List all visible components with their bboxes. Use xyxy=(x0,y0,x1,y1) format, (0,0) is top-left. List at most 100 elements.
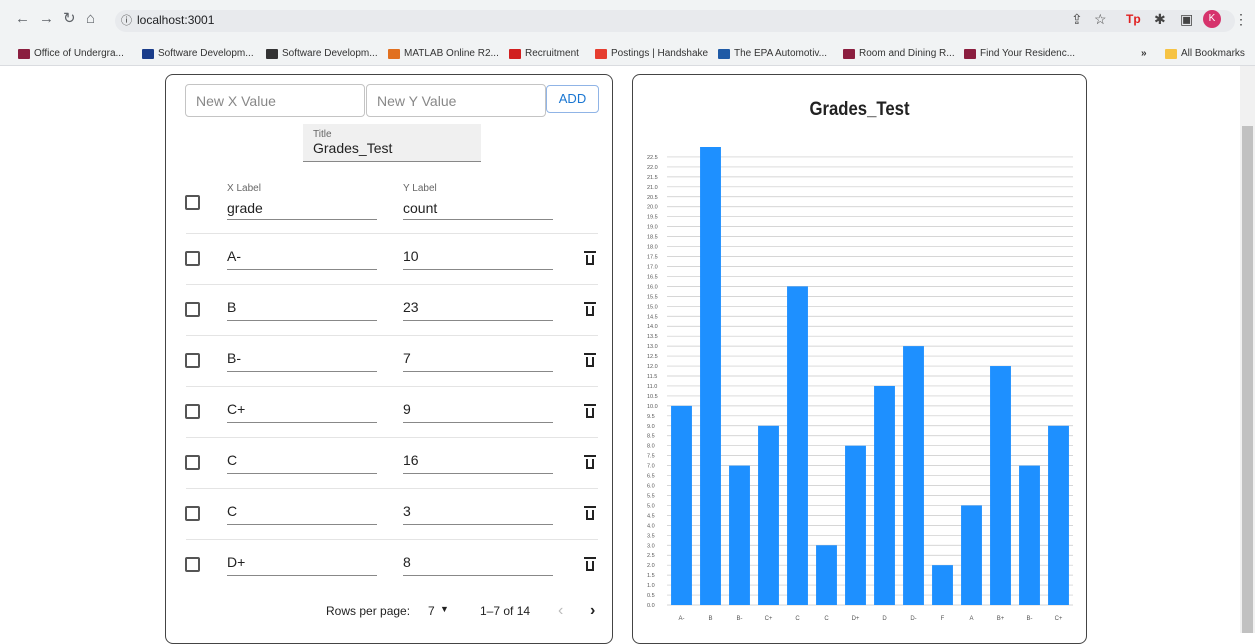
forward-icon[interactable]: → xyxy=(39,11,54,27)
y-value[interactable]: 3 xyxy=(403,503,411,519)
x-value[interactable]: B xyxy=(227,299,236,315)
row-checkbox[interactable] xyxy=(185,455,200,470)
x-value-field[interactable]: B xyxy=(227,299,377,321)
bookmark-item[interactable]: Office of Undergra... xyxy=(18,48,124,59)
scrollbar-thumb[interactable] xyxy=(1242,126,1253,633)
bar[interactable] xyxy=(845,445,866,605)
bookmark-item[interactable]: Software Developm... xyxy=(266,48,378,59)
x-value[interactable]: C xyxy=(227,452,237,468)
bookmark-item[interactable]: Find Your Residenc... xyxy=(964,48,1075,59)
info-icon[interactable]: ⓘ xyxy=(121,13,132,29)
title-value[interactable]: Grades_Test xyxy=(313,140,471,156)
x-value-field[interactable]: B- xyxy=(227,350,377,372)
back-icon[interactable]: ← xyxy=(15,11,30,27)
bar[interactable] xyxy=(1048,425,1069,605)
bar[interactable] xyxy=(961,505,982,605)
share-icon[interactable]: ⇪ xyxy=(1071,11,1083,27)
bookmark-item[interactable]: Recruitment xyxy=(509,48,579,59)
y-value[interactable]: 7 xyxy=(403,350,411,366)
y-value[interactable]: 10 xyxy=(403,248,419,264)
x-value[interactable]: D+ xyxy=(227,554,245,570)
row-checkbox[interactable] xyxy=(185,557,200,572)
previous-page-icon[interactable]: ‹ xyxy=(558,602,563,620)
bar[interactable] xyxy=(787,286,808,605)
y-label-field[interactable]: Y Label count xyxy=(403,183,553,220)
profile-avatar[interactable]: K xyxy=(1203,10,1221,28)
y-value-field[interactable]: 8 xyxy=(403,554,553,576)
y-value[interactable]: 16 xyxy=(403,452,419,468)
extension-tp-icon[interactable]: Tp xyxy=(1126,11,1141,27)
bar[interactable] xyxy=(816,545,837,605)
bar[interactable] xyxy=(932,565,953,605)
reload-icon[interactable]: ↻ xyxy=(63,11,76,27)
x-value-field[interactable]: C xyxy=(227,452,377,474)
address-bar[interactable] xyxy=(115,10,1235,32)
y-value[interactable]: 8 xyxy=(403,554,411,570)
bar[interactable] xyxy=(874,385,895,605)
x-value-field[interactable]: D+ xyxy=(227,554,377,576)
y-value-field[interactable]: 7 xyxy=(403,350,553,372)
row-checkbox[interactable] xyxy=(185,251,200,266)
delete-trash-icon[interactable] xyxy=(584,455,596,469)
bookmark-item[interactable]: The EPA Automotiv... xyxy=(718,48,827,59)
all-bookmarks-button[interactable]: All Bookmarks xyxy=(1165,48,1245,59)
bar[interactable] xyxy=(1019,465,1040,605)
delete-trash-icon[interactable] xyxy=(584,506,596,520)
y-tick-label: 13.0 xyxy=(647,344,658,350)
row-checkbox[interactable] xyxy=(185,302,200,317)
new-y-input[interactable]: New Y Value xyxy=(366,84,546,117)
rows-per-page-select[interactable]: 7 xyxy=(428,604,435,618)
x-tick-label: D- xyxy=(910,616,916,622)
y-value-field[interactable]: 16 xyxy=(403,452,553,474)
delete-trash-icon[interactable] xyxy=(584,404,596,418)
x-label-value[interactable]: grade xyxy=(227,200,377,216)
bookmark-item[interactable]: Software Developm... xyxy=(142,48,254,59)
new-x-input[interactable]: New X Value xyxy=(185,84,365,117)
y-value[interactable]: 23 xyxy=(403,299,419,315)
delete-trash-icon[interactable] xyxy=(584,557,596,571)
y-value-field[interactable]: 10 xyxy=(403,248,553,270)
x-value[interactable]: C+ xyxy=(227,401,245,417)
bookmark-star-icon[interactable]: ☆ xyxy=(1094,11,1107,27)
x-value[interactable]: C xyxy=(227,503,237,519)
select-all-checkbox[interactable] xyxy=(185,195,200,210)
y-value-field[interactable]: 9 xyxy=(403,401,553,423)
y-value[interactable]: 9 xyxy=(403,401,411,417)
y-label-value[interactable]: count xyxy=(403,200,553,216)
bar[interactable] xyxy=(903,346,924,605)
url-text[interactable]: localhost:3001 xyxy=(137,13,214,27)
bar[interactable] xyxy=(758,425,779,605)
home-icon[interactable]: ⌂ xyxy=(86,11,95,27)
extensions-puzzle-icon[interactable]: ✱ xyxy=(1154,11,1166,27)
x-value[interactable]: A- xyxy=(227,248,241,264)
bar[interactable] xyxy=(990,366,1011,605)
side-panel-icon[interactable]: ▣ xyxy=(1180,11,1193,27)
x-value-field[interactable]: C+ xyxy=(227,401,377,423)
row-checkbox[interactable] xyxy=(185,404,200,419)
x-value[interactable]: B- xyxy=(227,350,241,366)
bar[interactable] xyxy=(729,465,750,605)
bookmarks-overflow-button[interactable]: » xyxy=(1141,48,1147,59)
delete-trash-icon[interactable] xyxy=(584,353,596,367)
delete-trash-icon[interactable] xyxy=(584,251,596,265)
bookmark-item[interactable]: Room and Dining R... xyxy=(843,48,955,59)
y-value-field[interactable]: 3 xyxy=(403,503,553,525)
bookmark-item[interactable]: Postings | Handshake xyxy=(595,48,708,59)
row-checkbox[interactable] xyxy=(185,353,200,368)
next-page-icon[interactable]: › xyxy=(590,602,595,620)
x-value-field[interactable]: C xyxy=(227,503,377,525)
title-label: Title xyxy=(313,129,332,140)
x-label-field[interactable]: X Label grade xyxy=(227,183,377,220)
x-value-field[interactable]: A- xyxy=(227,248,377,270)
title-field[interactable]: Title Grades_Test xyxy=(303,124,481,162)
chevron-down-icon[interactable]: ▼ xyxy=(440,604,449,614)
row-checkbox[interactable] xyxy=(185,506,200,521)
add-button[interactable]: ADD xyxy=(546,85,599,113)
bar[interactable] xyxy=(700,147,721,605)
y-value-field[interactable]: 23 xyxy=(403,299,553,321)
folder-icon xyxy=(1165,48,1177,59)
bar[interactable] xyxy=(671,405,692,605)
delete-trash-icon[interactable] xyxy=(584,302,596,316)
bookmark-item[interactable]: MATLAB Online R2... xyxy=(388,48,499,59)
menu-kebab-icon[interactable]: ⋮ xyxy=(1234,11,1248,27)
